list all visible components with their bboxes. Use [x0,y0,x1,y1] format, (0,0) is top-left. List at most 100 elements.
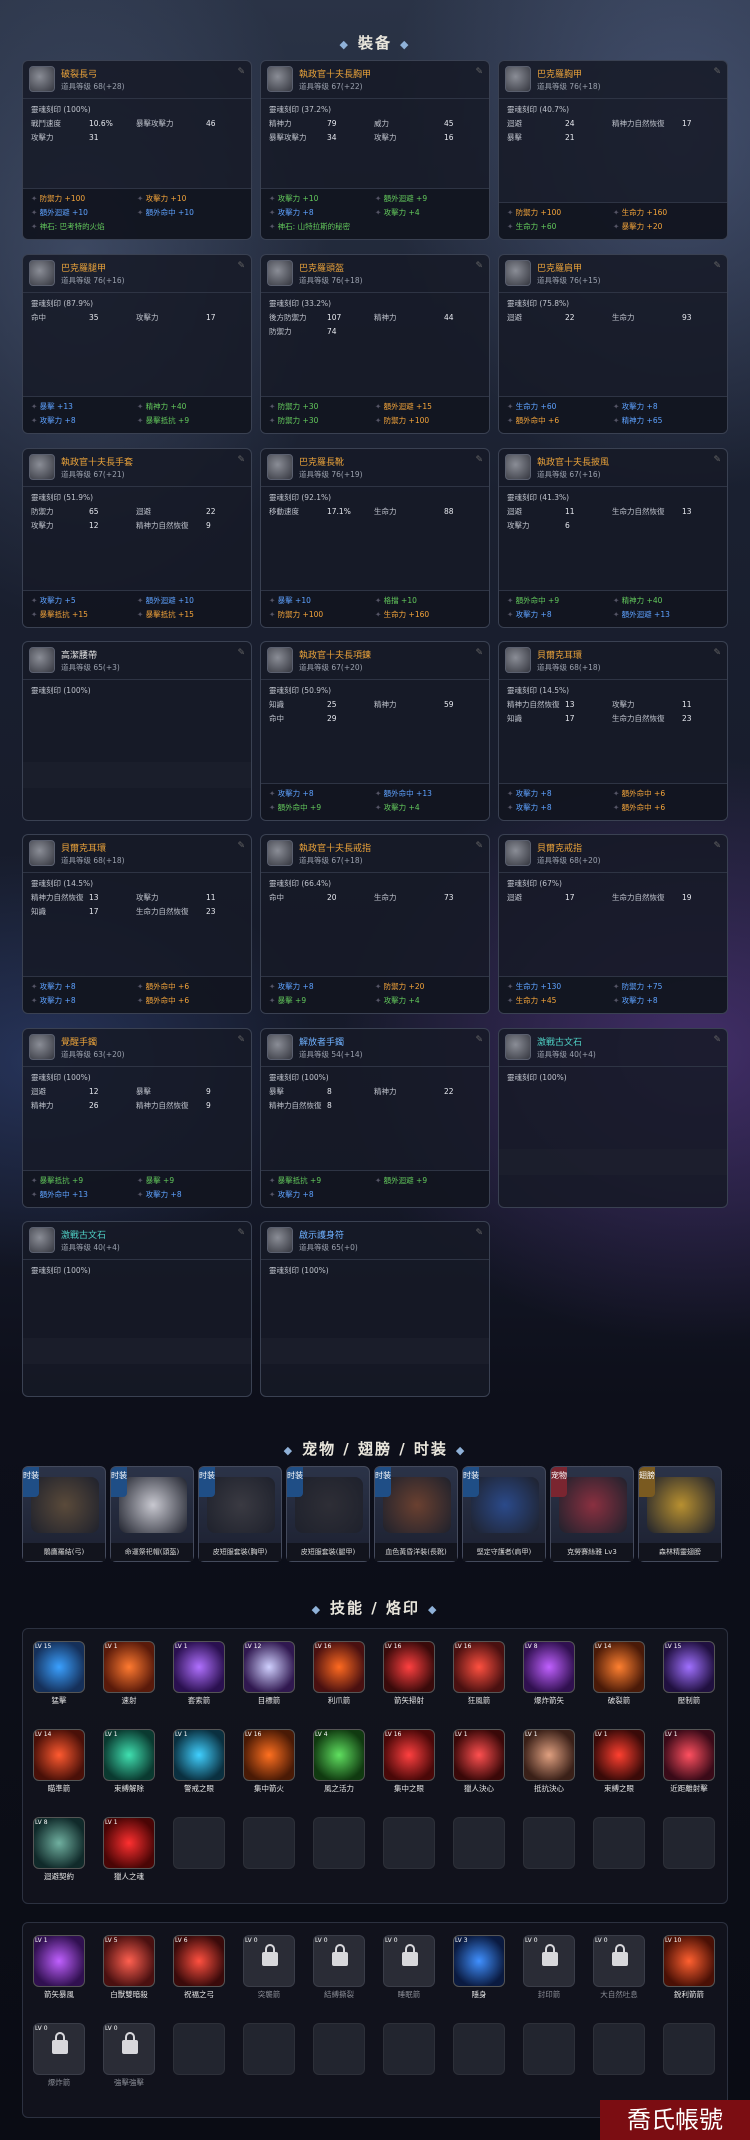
bonus-stat: 額外命中 +9 [507,595,613,609]
skill-slot[interactable]: LV 15 壓制箭 [661,1641,717,1707]
skill-slot[interactable]: LV 14 破裂箭 [591,1641,647,1707]
bonus-row: 額外命中 +6精神力 +65 [507,415,719,429]
pet-item[interactable]: 时装 皮短服套裝(腿甲) [286,1466,370,1562]
item-name: 貝爾克耳環 [61,844,107,854]
skill-name: 風之活力 [324,1784,354,1793]
skill-slot[interactable]: LV 0 封印箭 [521,1935,577,2001]
skill-slot[interactable]: LV 1 套索箭 [171,1641,227,1707]
skill-level: LV 1 [175,1731,188,1738]
bonus-stat: 精神力 +40 [613,595,719,609]
stat-row: 迴避 11 生命力自然恢復 13 [507,505,719,519]
skill-slot[interactable]: LV 0 睡眠箭 [381,1935,437,2001]
equipment-card[interactable]: 啟示護身符 道具等级 65(+0) ✎ 靈魂刻印 (100%) [260,1221,490,1397]
skill-slot[interactable]: LV 16 利爪箭 [311,1641,367,1707]
skill-slot[interactable]: LV 0 突襲箭 [241,1935,297,2001]
skill-slot[interactable]: LV 12 目標箭 [241,1641,297,1707]
stat-name: 命中 [269,893,284,902]
equipment-card[interactable]: 執政官十夫長披風 道具等级 67(+16) ✎ 靈魂刻印 (41.3%) 迴避 11 生命力… [498,448,728,628]
skill-slot[interactable]: LV 1 抵抗決心 [521,1729,577,1795]
skill-slot[interactable]: LV 1 束縛之眼 [591,1729,647,1795]
card-header: 巴克羅肩甲 道具等级 76(+15) ✎ [499,255,727,293]
skill-slot[interactable]: LV 10 銳利箭箭 [661,1935,717,2001]
card-stats: 靈魂刻印 (37.2%) 精神力 79 威力 45 暴擊攻擊力 34 攻擊力 16 [261,99,489,149]
skill-slot[interactable]: LV 1 獵人決心 [451,1729,507,1795]
skill-slot[interactable]: LV 1 速射 [101,1641,157,1707]
skill-slot[interactable]: LV 4 風之活力 [311,1729,367,1795]
skill-slot[interactable]: LV 15 猛擊 [31,1641,87,1707]
skill-slot[interactable]: LV 0 結縛撕裂 [311,1935,367,2001]
skill-slot[interactable]: LV 1 束縛解除 [101,1729,157,1795]
skill-slot[interactable]: LV 16 集中箭火 [241,1729,297,1795]
pet-item[interactable]: 翅膀 森林精靈翅膀 [638,1466,722,1562]
pet-item[interactable]: 时装 血色黃昏洋裝(長靴) [374,1466,458,1562]
skill-name: 迴避契約 [44,1872,74,1881]
stat-row: 迴避 17 生命力自然恢復 19 [507,891,719,905]
rune-percent: 靈魂刻印 (75.8%) [507,299,570,308]
feather-icon: ✎ [237,455,245,465]
pet-item[interactable]: 时装 堅定守護者(肩甲) [462,1466,546,1562]
pet-tag: 时装 [375,1467,391,1497]
stat-value: 34 [327,133,337,142]
equipment-card[interactable]: 執政官十夫長戒指 道具等级 67(+18) ✎ 靈魂刻印 (66.4%) 命中 20 生命力… [260,834,490,1014]
skill-slot[interactable]: LV 8 迴避契約 [31,1817,87,1883]
equipment-card[interactable]: 貝爾克耳環 道具等级 68(+18) ✎ 靈魂刻印 (14.5%) 精神力自然恢復 13 攻… [498,641,728,821]
skill-name: 強擊強擊 [114,2078,144,2087]
skill-slot[interactable]: LV 0 爆炸箭 [31,2023,87,2089]
stat-row: 防禦力 74 [269,325,481,339]
equipment-card[interactable]: 執政官十夫長胸甲 道具等级 67(+22) ✎ 靈魂刻印 (37.2%) 精神力 79 威力… [260,60,490,240]
equipment-card[interactable]: 覺醒手鐲 道具等级 63(+20) ✎ 靈魂刻印 (100%) 迴避 12 暴擊 9 精神力 26… [22,1028,252,1208]
feather-icon: ✎ [713,455,721,465]
rune-percent: 靈魂刻印 (50.9%) [269,686,332,695]
skill-slot[interactable]: LV 8 爆炸箭矢 [521,1641,577,1707]
skill-slot[interactable]: LV 16 集中之眼 [381,1729,437,1795]
equipment-card[interactable]: 高潔腰帶 道具等级 65(+3) ✎ 靈魂刻印 (100%) [22,641,252,821]
skill-slot[interactable]: LV 14 瞄準箭 [31,1729,87,1795]
feather-icon: ✎ [475,67,483,77]
stat-row: 精神力自然恢復 8 [269,1099,481,1113]
equipment-card[interactable]: 激戰古文石 道具等级 40(+4) ✎ 靈魂刻印 (100%) [498,1028,728,1208]
stat-value: 46 [206,119,216,128]
skill-level: LV 16 [385,1731,402,1738]
pet-item[interactable]: 宠物 克勞賽絲雅 Lv3 [550,1466,634,1562]
skill-slot[interactable]: LV 6 祝福之弓 [171,1935,227,2001]
skill-slot[interactable]: LV 16 狂風箭 [451,1641,507,1707]
equipment-card[interactable]: 貝爾克耳環 道具等级 68(+18) ✎ 靈魂刻印 (14.5%) 精神力自然恢復 13 攻… [22,834,252,1014]
skill-slot[interactable]: LV 16 箭矢掃射 [381,1641,437,1707]
stat-row: 暴擊 21 [507,131,719,145]
equipment-card[interactable]: 巴克羅頭盔 道具等级 76(+18) ✎ 靈魂刻印 (33.2%) 後方防禦力 107 精神… [260,254,490,434]
skill-slot[interactable]: LV 1 獵人之魂 [101,1817,157,1883]
equipment-card[interactable]: 巴克羅肩甲道具等级 76(+15) ✎ 靈魂刻印 (75.8%) 迴避 22 生命力 93 生… [498,254,728,434]
pet-item[interactable]: 时装 鵰鷹羅結(弓) [22,1466,106,1562]
card-header: 解放者手鐲 道具等级 54(+14) ✎ [261,1029,489,1067]
rune-percent: 靈魂刻印 (41.3%) [507,493,570,502]
equipment-card[interactable]: 巴克羅腿甲道具等级 76(+16) ✎ 靈魂刻印 (87.9%) 命中 35 攻擊力 17 暴… [22,254,252,434]
bonus-row: 攻擊力 +8 [269,1189,481,1203]
equipment-card[interactable]: 貝爾克戒指 道具等级 68(+20) ✎ 靈魂刻印 (67%) 迴避 17 生命力自然恢復 1… [498,834,728,1014]
item-icon [505,260,531,286]
equipment-card[interactable]: 激戰古文石 道具等级 40(+4) ✎ 靈魂刻印 (100%) [22,1221,252,1397]
equipment-card[interactable]: 解放者手鐲 道具等级 54(+14) ✎ 靈魂刻印 (100%) 暴擊 8 精神力 22 精神力… [260,1028,490,1208]
stat-value: 10.6% [89,119,113,128]
skill-level: LV 0 [385,1937,398,1944]
pet-tag: 时装 [463,1467,479,1497]
equipment-card[interactable]: 巴克羅胸甲 道具等级 76(+18) ✎ 靈魂刻印 (40.7%) 迴避 24 精神力自然恢… [498,60,728,240]
bonus-stats: 攻擊力 +8額外命中 +6攻擊力 +8額外命中 +6 [23,976,251,1013]
pet-item[interactable]: 时装 命運祭祀帽(頭盔) [110,1466,194,1562]
skill-name: 利爪箭 [327,1696,351,1705]
skill-slot[interactable]: LV 3 隱身 [451,1935,507,2001]
pet-item[interactable]: 时装 皮短服套裝(胸甲) [198,1466,282,1562]
equipment-card[interactable]: 巴克羅長靴 道具等级 76(+19) ✎ 靈魂刻印 (92.1%) 移動速度 17.1% 生… [260,448,490,628]
equipment-card[interactable]: 破裂長弓 道具等级 68(+28) ✎ 靈魂刻印 (100%) 戰鬥速度 10.6% 暴擊攻… [22,60,252,240]
skill-slot[interactable]: LV 0 強擊強擊 [101,2023,157,2089]
skill-slot[interactable]: LV 5 白獸雙暗殺 [101,1935,157,2001]
bonus-stats: 攻擊力 +8防禦力 +20暴擊 +9攻擊力 +4 [261,976,489,1013]
equipment-card[interactable]: 執政官十夫長手套 道具等级 67(+21) ✎ 靈魂刻印 (51.9%) 防禦力 65 迴避… [22,448,252,628]
stat-row: 迴避 24 精神力自然恢復 17 [507,117,719,131]
pet-name: 克勞賽絲雅 Lv3 [551,1543,633,1561]
skill-slot[interactable]: LV 1 箭矢暴風 [31,1935,87,2001]
equipment-card[interactable]: 執政官十夫長項鍊 道具等级 67(+20) ✎ 靈魂刻印 (50.9%) 知識 25 精神力… [260,641,490,821]
skill-slot[interactable]: LV 1 近距離射擊 [661,1729,717,1795]
stat-name: 知識 [269,700,284,709]
skill-slot[interactable]: LV 1 警戒之眼 [171,1729,227,1795]
skill-slot[interactable]: LV 0 大自然吐息 [591,1935,647,2001]
